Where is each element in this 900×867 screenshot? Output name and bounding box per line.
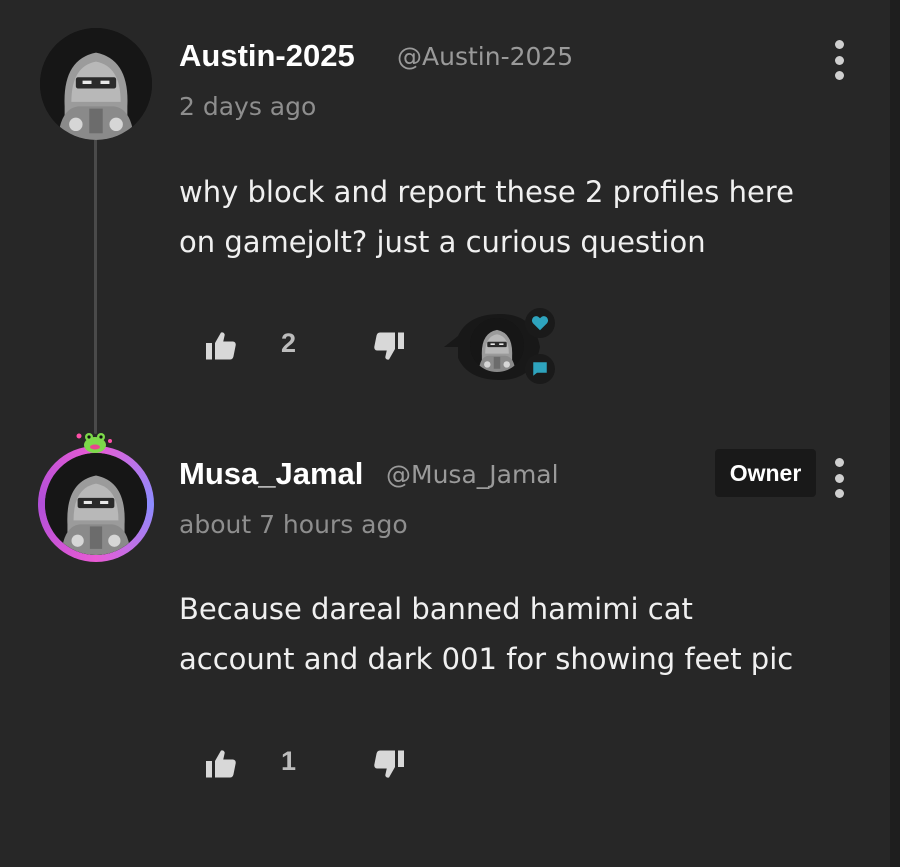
hooded-figure-avatar[interactable] [45, 453, 147, 555]
scrollbar[interactable] [890, 0, 900, 867]
comment-handle[interactable]: @Musa_Jamal [386, 460, 559, 489]
comment-body-line: account and dark 001 for showing feet pi… [179, 642, 794, 676]
comment-timestamp: about 7 hours ago [179, 510, 408, 539]
comment-author[interactable]: Musa_Jamal [179, 456, 363, 492]
like-count: 1 [281, 746, 297, 776]
thumbs-down-icon[interactable] [371, 746, 407, 782]
thumbs-up-icon[interactable] [203, 746, 239, 782]
comment-body: Because dareal banned hamimi cat account… [179, 584, 879, 684]
owner-badge: Owner [715, 449, 816, 497]
comment-body-line: Because dareal banned hamimi cat [179, 592, 693, 626]
kebab-menu-icon[interactable] [829, 458, 849, 498]
comment-musa: Musa_Jamal @Musa_Jamal Owner about 7 hou… [0, 0, 890, 447]
